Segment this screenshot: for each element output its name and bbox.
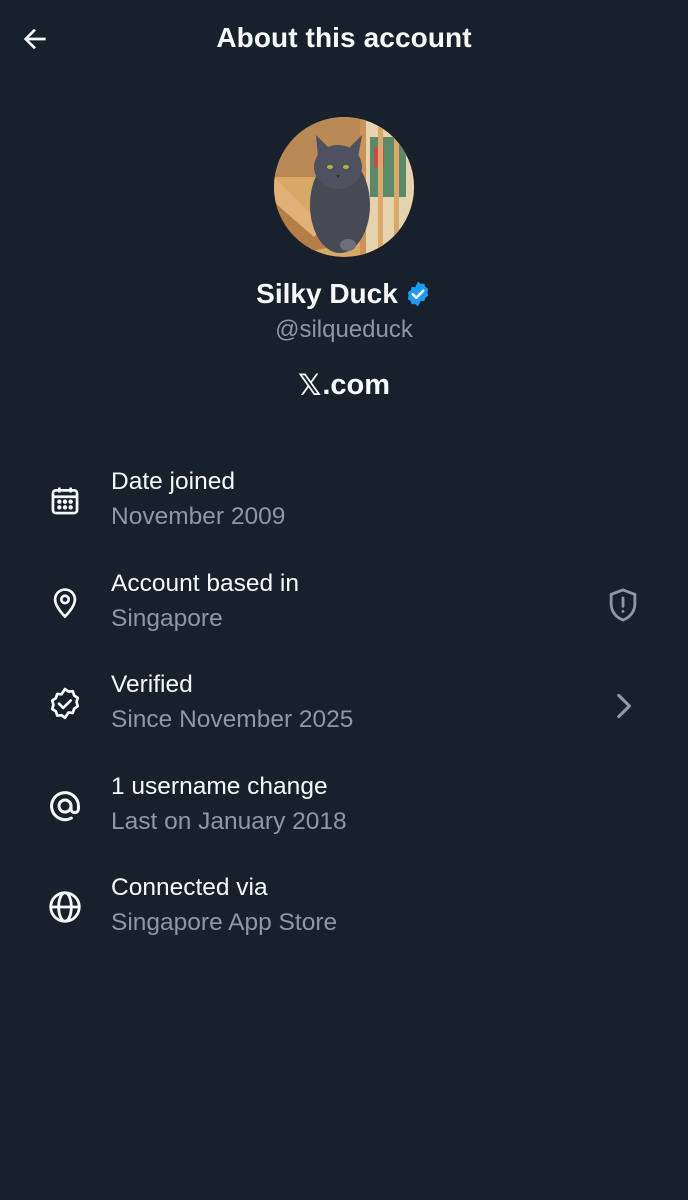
at-sign-icon	[44, 785, 86, 827]
shield-alert-icon	[609, 587, 637, 622]
info-label: Verified	[111, 671, 193, 698]
info-label: 1 username change	[111, 772, 328, 800]
list-item-connected-via: Connected via Singapore App Store	[0, 866, 688, 968]
source-domain-suffix: .com	[322, 368, 391, 401]
x-logo-icon: 𝕏	[297, 368, 322, 402]
calendar-icon	[44, 480, 86, 522]
info-label: Account based in	[111, 569, 299, 597]
globe-icon	[44, 886, 86, 928]
avatar[interactable]	[274, 117, 414, 257]
verified-details-button[interactable]	[600, 683, 646, 729]
source-domain: 𝕏 .com	[0, 368, 688, 402]
page-title: About this account	[216, 22, 472, 53]
account-info-list: Date joined November 2009 Account based …	[0, 460, 688, 968]
info-value: Singapore	[111, 604, 223, 632]
list-item-username-change: 1 username change Last on January 2018	[0, 765, 688, 867]
list-item-verified[interactable]: Verified Since November 2025	[0, 663, 688, 765]
info-value: Singapore App Store	[111, 909, 338, 936]
name-row: Silky Duck	[0, 278, 688, 310]
info-label: Connected via	[111, 874, 268, 901]
info-label: Date joined	[111, 468, 235, 495]
display-name: Silky Duck	[256, 278, 398, 309]
shield-alert-button[interactable]	[600, 582, 646, 628]
about-account-screen: About this account Silky Duck @silqueduc…	[0, 0, 688, 1200]
verified-check-icon	[44, 683, 86, 725]
list-item-account-based-in: Account based in Singapore	[0, 562, 688, 664]
info-value: November 2009	[111, 503, 286, 530]
username-handle: @silqueduck	[275, 316, 413, 343]
info-value: Since November 2025	[111, 706, 354, 733]
chevron-right-icon	[617, 693, 631, 719]
top-bar: About this account	[0, 0, 688, 80]
info-value: Last on January 2018	[111, 807, 347, 835]
list-item-date-joined: Date joined November 2009	[0, 460, 688, 562]
location-pin-icon	[44, 582, 86, 624]
verified-badge-icon	[407, 281, 429, 307]
